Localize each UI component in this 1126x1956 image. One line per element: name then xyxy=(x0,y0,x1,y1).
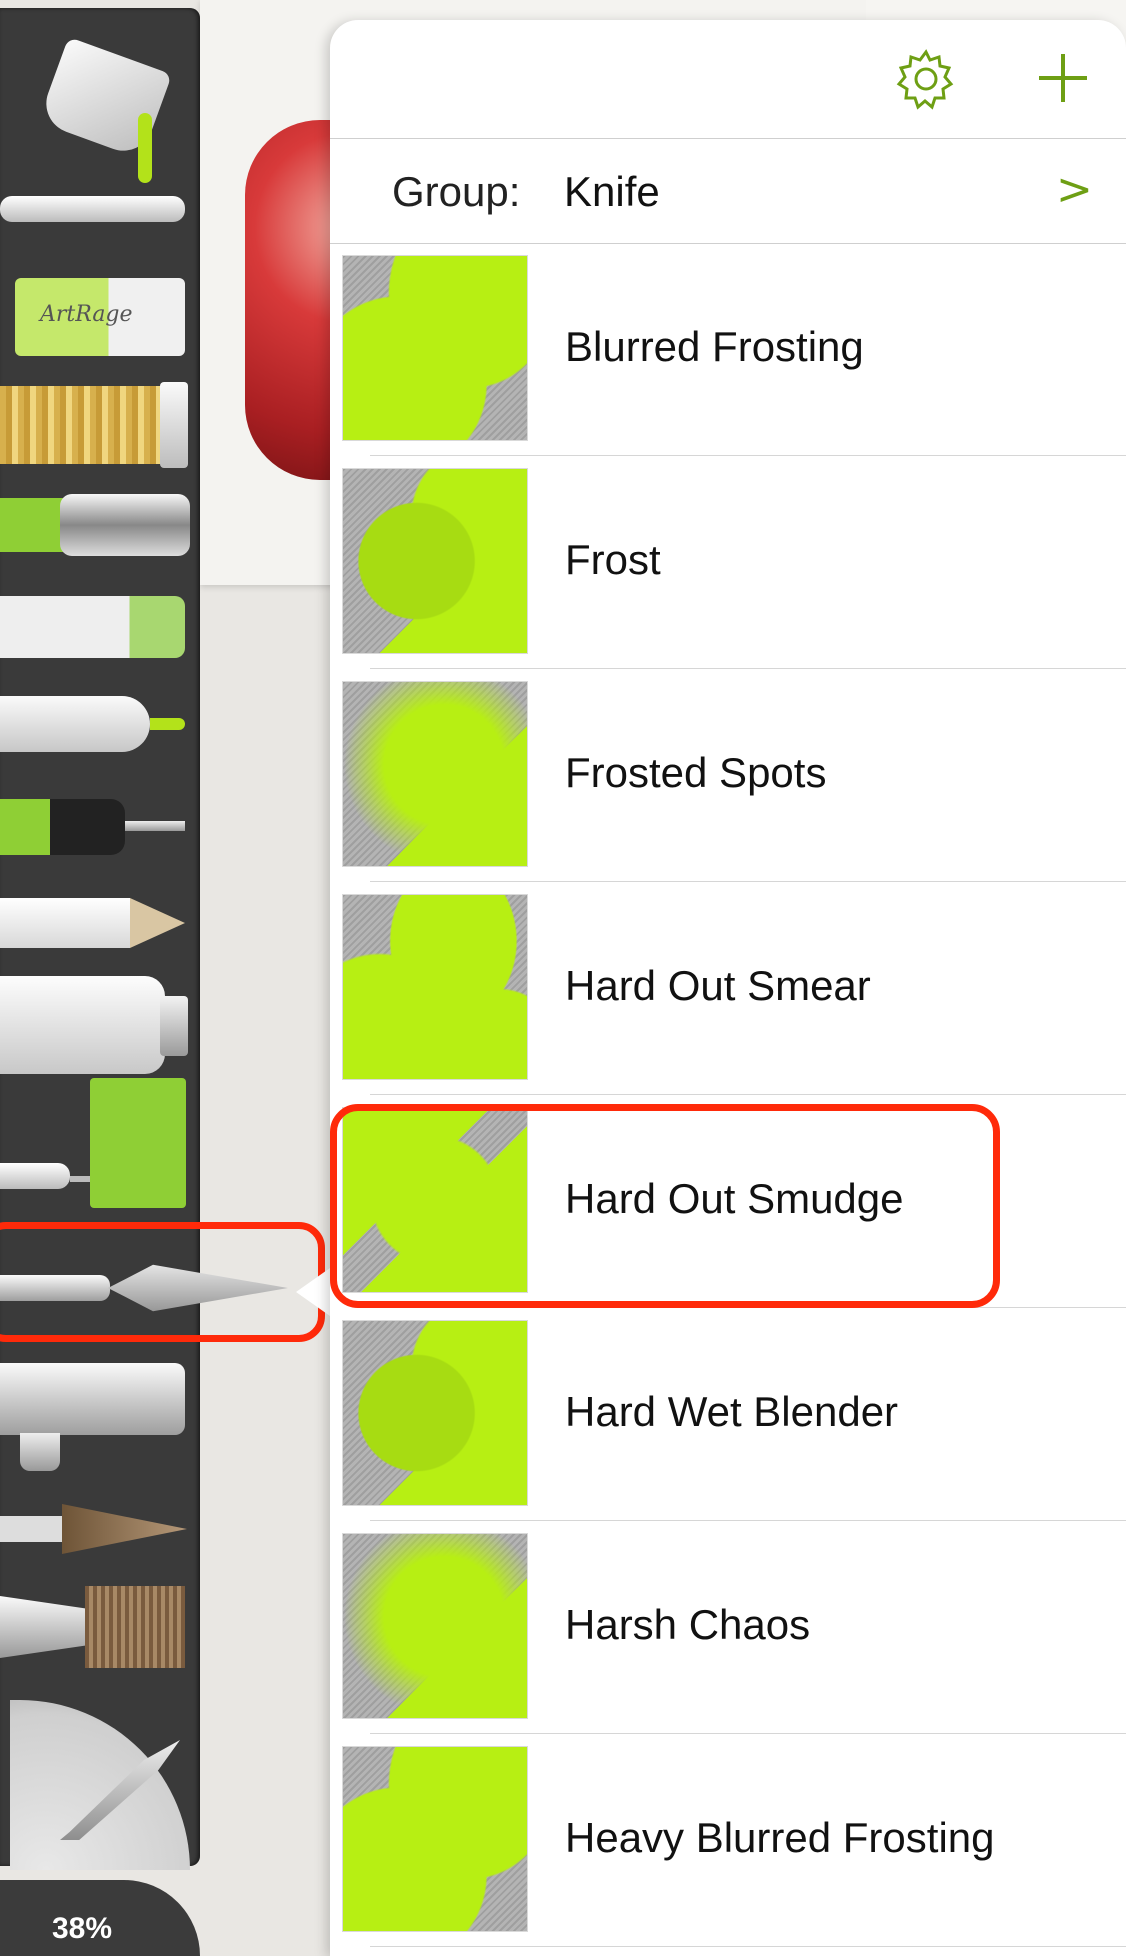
gear-icon[interactable] xyxy=(895,48,957,110)
selected-preset-highlight xyxy=(330,1104,1000,1308)
preset-label: Frosted Spots xyxy=(565,749,827,796)
preset-toolbar xyxy=(330,20,1126,139)
row-divider xyxy=(370,1946,1126,1947)
popover-arrow xyxy=(296,1268,330,1316)
preset-thumbnail xyxy=(342,1746,528,1932)
preset-row[interactable]: Blurred Frosting xyxy=(330,243,1126,456)
preset-thumbnail xyxy=(342,894,528,1080)
preset-row[interactable]: Harsh Chaos xyxy=(330,1521,1126,1734)
preset-row[interactable]: Hard Out Smear xyxy=(330,882,1126,1095)
sticker-tube-icon xyxy=(0,596,185,658)
preset-stroke-preview xyxy=(343,682,527,866)
eraser-tool[interactable]: ArtRage xyxy=(0,278,190,358)
paint-roller-tool[interactable] xyxy=(0,1078,190,1228)
roller-icon xyxy=(90,1078,186,1208)
add-preset-icon[interactable] xyxy=(1035,50,1091,106)
brush-ferrule-icon xyxy=(0,1516,70,1542)
dial-icon xyxy=(10,1700,190,1870)
technical-pen-tool[interactable] xyxy=(0,793,190,863)
glitter-cap-icon xyxy=(160,382,188,468)
flat-brush-icon xyxy=(85,1586,185,1668)
ink-pen-tool[interactable] xyxy=(0,188,190,228)
preset-stroke-preview xyxy=(343,1747,527,1931)
airbrush-trigger-icon xyxy=(20,1433,60,1471)
preset-label: Hard Out Smear xyxy=(565,962,871,1009)
preset-stroke-preview xyxy=(343,256,527,440)
group-selector[interactable]: Group: Knife > xyxy=(330,138,1126,244)
felt-pen-icon xyxy=(0,696,150,752)
chevron-right-icon: > xyxy=(1056,164,1093,215)
preset-popover: Group: Knife > Blurred Frosting Frost Fros… xyxy=(330,20,1126,1956)
preset-label: Heavy Blurred Frosting xyxy=(565,1814,995,1861)
preset-row[interactable]: Frosted Spots xyxy=(330,669,1126,882)
pencil-tool[interactable] xyxy=(0,894,190,954)
glitter-tool[interactable] xyxy=(0,382,190,468)
technical-pen-icon xyxy=(0,799,125,855)
selected-tool-highlight xyxy=(0,1222,325,1342)
preset-thumbnail xyxy=(342,255,528,441)
roller-handle-icon xyxy=(0,1163,70,1189)
pencil-tip-icon xyxy=(130,898,185,948)
glitter-tube-icon xyxy=(0,386,180,464)
technical-pen-tip-icon xyxy=(125,821,185,831)
preset-stroke-preview xyxy=(343,895,527,1079)
group-value: Knife xyxy=(564,168,660,215)
airbrush-icon xyxy=(0,1363,185,1435)
round-brush-tool[interactable] xyxy=(0,1504,190,1554)
paint-drip-icon xyxy=(138,113,152,183)
round-brush-icon xyxy=(62,1504,187,1554)
tool-settings-dial[interactable] xyxy=(0,1700,190,1870)
preset-row[interactable]: Hard Wet Blender xyxy=(330,1308,1126,1521)
preset-thumbnail xyxy=(342,1320,528,1506)
preset-thumbnail xyxy=(342,468,528,654)
preset-stroke-preview xyxy=(343,1321,527,1505)
pencil-icon xyxy=(0,898,130,948)
felt-pen-tool[interactable] xyxy=(0,690,190,760)
preset-label: Blurred Frosting xyxy=(565,323,864,370)
marker-icon xyxy=(60,494,190,556)
preset-row[interactable]: Frost xyxy=(330,456,1126,669)
paint-tube-icon xyxy=(0,976,165,1074)
tool-rail: ArtRage xyxy=(0,8,288,1870)
preset-thumbnail xyxy=(342,681,528,867)
preset-row[interactable]: Heavy Blurred Frosting xyxy=(330,1734,1126,1947)
preset-label: Hard Wet Blender xyxy=(565,1388,899,1435)
felt-pen-tip-icon xyxy=(150,718,185,730)
paint-tube-cap-icon xyxy=(160,996,188,1056)
zoom-level: 38% xyxy=(52,1912,113,1945)
group-label: Group: xyxy=(392,168,521,215)
preset-stroke-preview xyxy=(343,1534,527,1718)
eraser-brand-label: ArtRage xyxy=(40,302,133,327)
preset-label: Frost xyxy=(565,536,661,583)
ink-pen-icon xyxy=(0,196,185,222)
airbrush-tool[interactable] xyxy=(0,1363,190,1473)
preset-thumbnail xyxy=(342,1533,528,1719)
sticker-tool[interactable] xyxy=(0,596,190,660)
preset-stroke-preview xyxy=(343,469,527,653)
oil-paint-tool[interactable] xyxy=(0,976,190,1076)
preset-label: Harsh Chaos xyxy=(565,1601,811,1648)
flat-brush-tool[interactable] xyxy=(0,1586,190,1668)
roller-frame-icon xyxy=(70,1176,90,1182)
flat-brush-ferrule-icon xyxy=(0,1596,85,1658)
marker-tool[interactable] xyxy=(0,490,190,560)
paint-bucket-tool[interactable] xyxy=(0,36,190,183)
